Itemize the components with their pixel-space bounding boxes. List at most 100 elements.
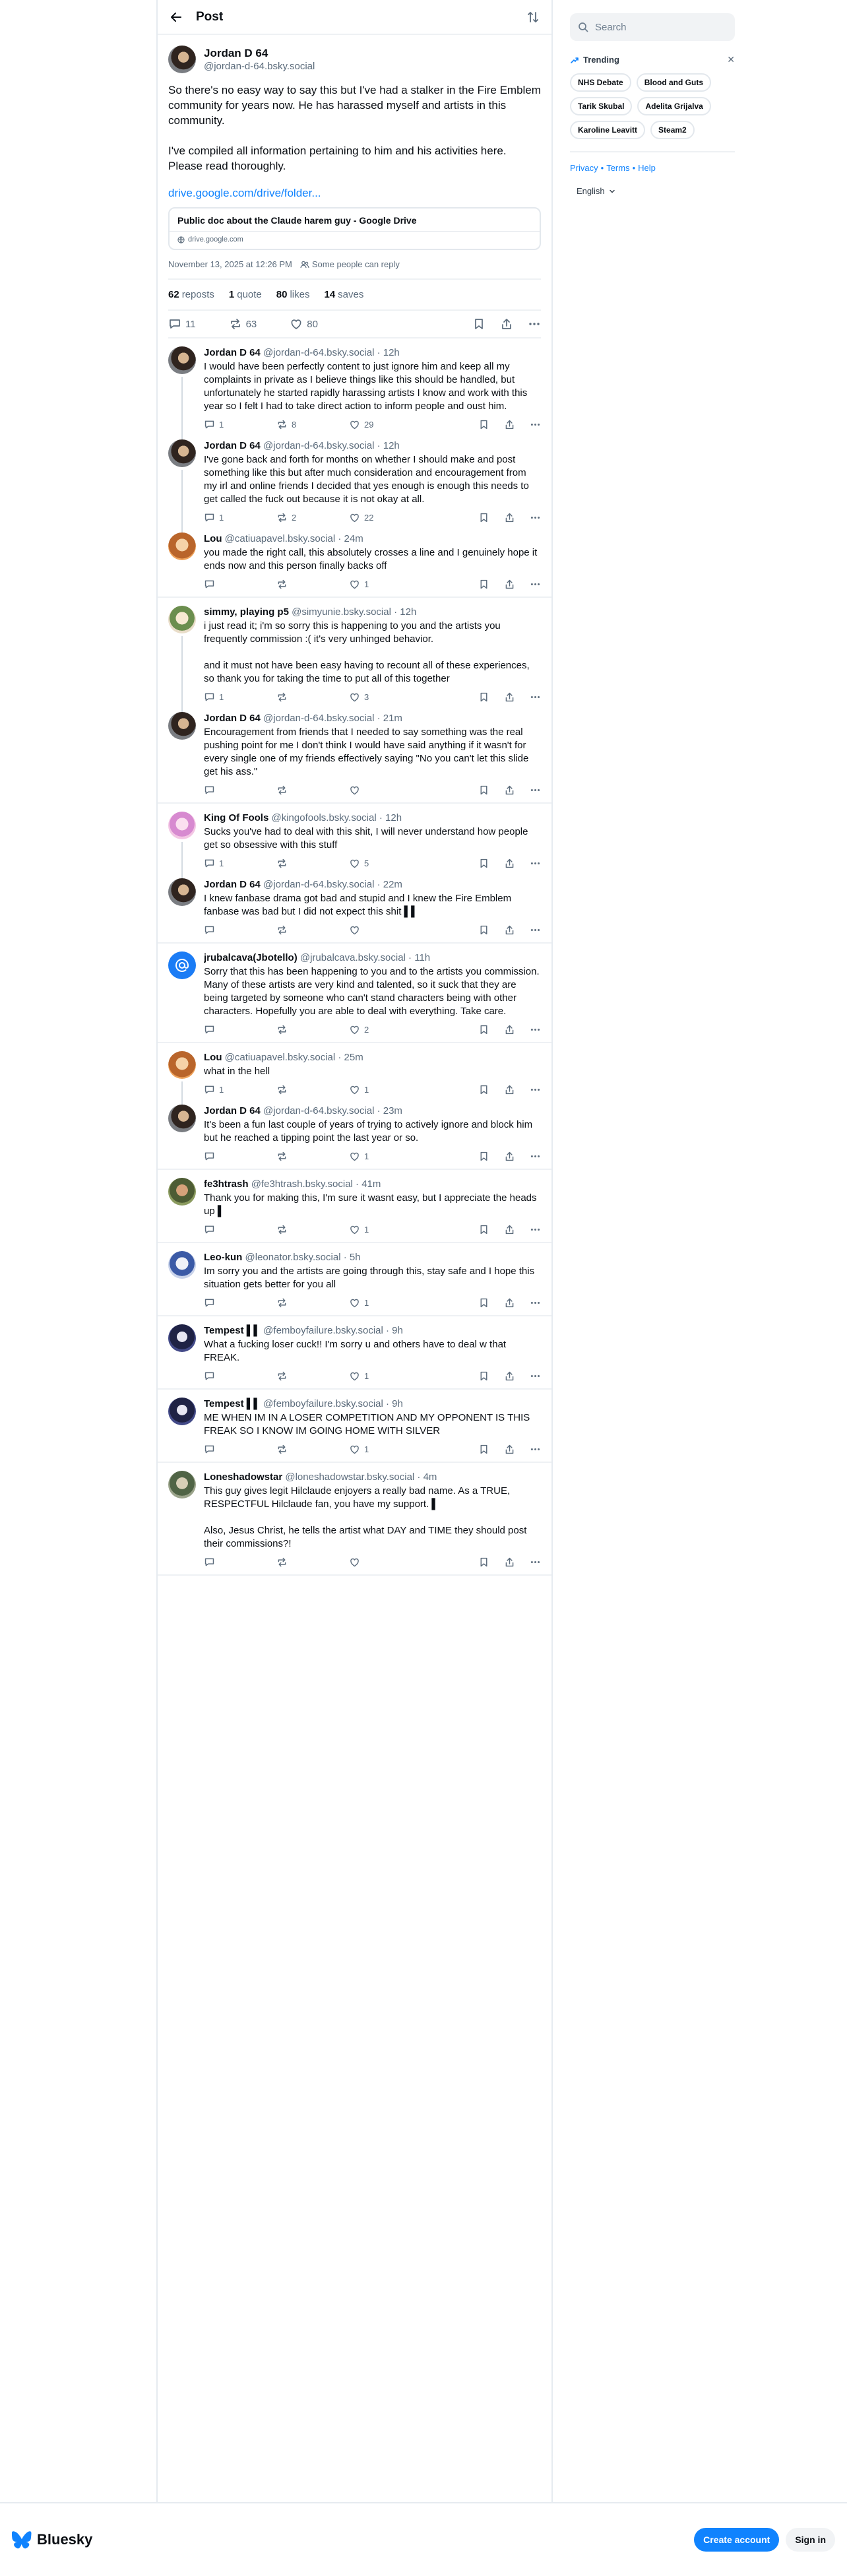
repost-button[interactable]: [276, 579, 349, 590]
repost-button[interactable]: [276, 1370, 349, 1382]
like-button[interactable]: 80: [290, 317, 318, 331]
repost-button[interactable]: [276, 1444, 349, 1455]
reply-author-name[interactable]: Jordan D 64: [204, 879, 261, 890]
reply-button[interactable]: 1: [204, 692, 276, 703]
reposts-stat[interactable]: 62 reposts: [168, 289, 214, 300]
more-options-icon[interactable]: [530, 692, 541, 703]
avatar[interactable]: [168, 1105, 196, 1132]
reply-post[interactable]: Jordan D 64 @jordan-d-64.bsky.social · 2…: [168, 1105, 541, 1163]
more-options-icon[interactable]: [530, 1151, 541, 1162]
post-link[interactable]: drive.google.com/drive/folder...: [168, 185, 541, 201]
more-options-icon[interactable]: [530, 1370, 541, 1382]
reply-author-name[interactable]: Loneshadowstar: [204, 1471, 282, 1483]
reply-post[interactable]: Loneshadowstar @loneshadowstar.bsky.soci…: [168, 1471, 541, 1569]
reply-post[interactable]: Lou @catiuapavel.bsky.social · 25m what i…: [168, 1051, 541, 1105]
bookmark-icon[interactable]: [478, 692, 489, 703]
help-link[interactable]: Help: [638, 163, 656, 173]
reply-button[interactable]: [204, 924, 276, 936]
close-icon[interactable]: ✕: [727, 54, 735, 65]
bookmark-icon[interactable]: [478, 1444, 489, 1455]
share-icon[interactable]: [504, 512, 515, 523]
reply-author-meta[interactable]: @femboyfailure.bsky.social · 9h: [263, 1325, 403, 1336]
reply-author-meta[interactable]: @jordan-d-64.bsky.social · 12h: [263, 440, 400, 451]
reply-author-name[interactable]: Jordan D 64: [204, 347, 261, 358]
more-options-icon[interactable]: [530, 512, 541, 523]
reply-author-meta[interactable]: @jrubalcava.bsky.social · 11h: [300, 952, 430, 963]
more-options-icon[interactable]: [530, 858, 541, 869]
more-options-icon[interactable]: [530, 1557, 541, 1568]
likes-stat[interactable]: 80 likes: [276, 289, 310, 300]
reply-author-meta[interactable]: @jordan-d-64.bsky.social · 21m: [263, 713, 402, 724]
reply-button[interactable]: [204, 1557, 276, 1568]
reply-button[interactable]: 1: [204, 419, 276, 430]
more-options-icon[interactable]: [530, 1297, 541, 1308]
avatar[interactable]: [168, 439, 196, 467]
like-button[interactable]: 5: [349, 858, 422, 869]
avatar[interactable]: [168, 1051, 196, 1079]
reply-button[interactable]: [204, 579, 276, 590]
reply-author-name[interactable]: Jordan D 64: [204, 440, 261, 451]
repost-button[interactable]: [276, 1151, 349, 1162]
reply-author-name[interactable]: Lou: [204, 1052, 222, 1063]
sort-replies-icon[interactable]: [525, 9, 541, 25]
avatar[interactable]: [168, 1398, 196, 1425]
reply-button[interactable]: 11: [168, 317, 196, 331]
reply-button[interactable]: [204, 1024, 276, 1035]
author-handle[interactable]: @jordan-d-64.bsky.social: [204, 60, 315, 73]
reply-post[interactable]: Jordan D 64 @jordan-d-64.bsky.social · 1…: [168, 346, 541, 439]
share-icon[interactable]: [504, 1224, 515, 1235]
more-options-icon[interactable]: [530, 1224, 541, 1235]
more-options-icon[interactable]: [530, 579, 541, 590]
trending-tag[interactable]: Karoline Leavitt: [570, 121, 646, 139]
reply-author-name[interactable]: simmy, playing p5: [204, 606, 289, 618]
avatar[interactable]: [168, 346, 196, 374]
repost-button[interactable]: [276, 1557, 349, 1568]
share-icon[interactable]: [504, 1370, 515, 1382]
bookmark-icon[interactable]: [478, 1024, 489, 1035]
main-post-author[interactable]: Jordan D 64 @jordan-d-64.bsky.social: [168, 46, 541, 73]
quotes-stat[interactable]: 1 quote: [229, 289, 262, 300]
reply-author-name[interactable]: Jordan D 64: [204, 1105, 261, 1116]
reply-button[interactable]: [204, 1444, 276, 1455]
avatar[interactable]: [168, 1471, 196, 1498]
like-button[interactable]: 22: [349, 512, 422, 523]
brand[interactable]: Bluesky: [12, 2530, 92, 2549]
share-icon[interactable]: [504, 579, 515, 590]
reply-post[interactable]: jrubalcava(Jbotello) @jrubalcava.bsky.so…: [168, 951, 541, 1037]
repost-button[interactable]: 63: [229, 317, 257, 331]
avatar[interactable]: [168, 878, 196, 906]
avatar[interactable]: [168, 532, 196, 560]
like-button[interactable]: 1: [349, 1297, 422, 1308]
repost-button[interactable]: [276, 1297, 349, 1308]
like-button[interactable]: 1: [349, 579, 422, 590]
bookmark-icon[interactable]: [478, 924, 489, 936]
avatar[interactable]: [168, 712, 196, 740]
like-button[interactable]: 1: [349, 1084, 422, 1095]
reply-author-meta[interactable]: @fe3htrash.bsky.social · 41m: [251, 1178, 381, 1190]
reply-post[interactable]: Tempest ▌▌ @femboyfailure.bsky.social · …: [168, 1324, 541, 1383]
reply-button[interactable]: 1: [204, 512, 276, 523]
avatar[interactable]: [168, 1178, 196, 1206]
share-icon[interactable]: [504, 1297, 515, 1308]
like-button[interactable]: [349, 1557, 422, 1568]
reply-post[interactable]: Lou @catiuapavel.bsky.social · 24m you ma…: [168, 532, 541, 591]
bookmark-icon[interactable]: [478, 1151, 489, 1162]
bookmark-icon[interactable]: [478, 858, 489, 869]
reply-author-name[interactable]: fe3htrash: [204, 1178, 249, 1190]
avatar[interactable]: [168, 951, 196, 979]
reply-post[interactable]: King Of Fools @kingofools.bsky.social · …: [168, 812, 541, 878]
like-button[interactable]: 1: [349, 1224, 422, 1235]
avatar[interactable]: [168, 46, 196, 73]
repost-button[interactable]: [276, 1084, 349, 1095]
like-button[interactable]: [349, 924, 422, 936]
reply-button[interactable]: [204, 785, 276, 796]
bookmark-icon[interactable]: [478, 1084, 489, 1095]
bookmark-icon[interactable]: [478, 512, 489, 523]
reply-author-name[interactable]: King Of Fools: [204, 812, 268, 823]
more-options-icon[interactable]: [530, 1024, 541, 1035]
privacy-link[interactable]: Privacy: [570, 163, 598, 173]
repost-button[interactable]: [276, 692, 349, 703]
reply-button[interactable]: [204, 1297, 276, 1308]
reply-button[interactable]: 1: [204, 1084, 276, 1095]
share-icon[interactable]: [504, 1151, 515, 1162]
